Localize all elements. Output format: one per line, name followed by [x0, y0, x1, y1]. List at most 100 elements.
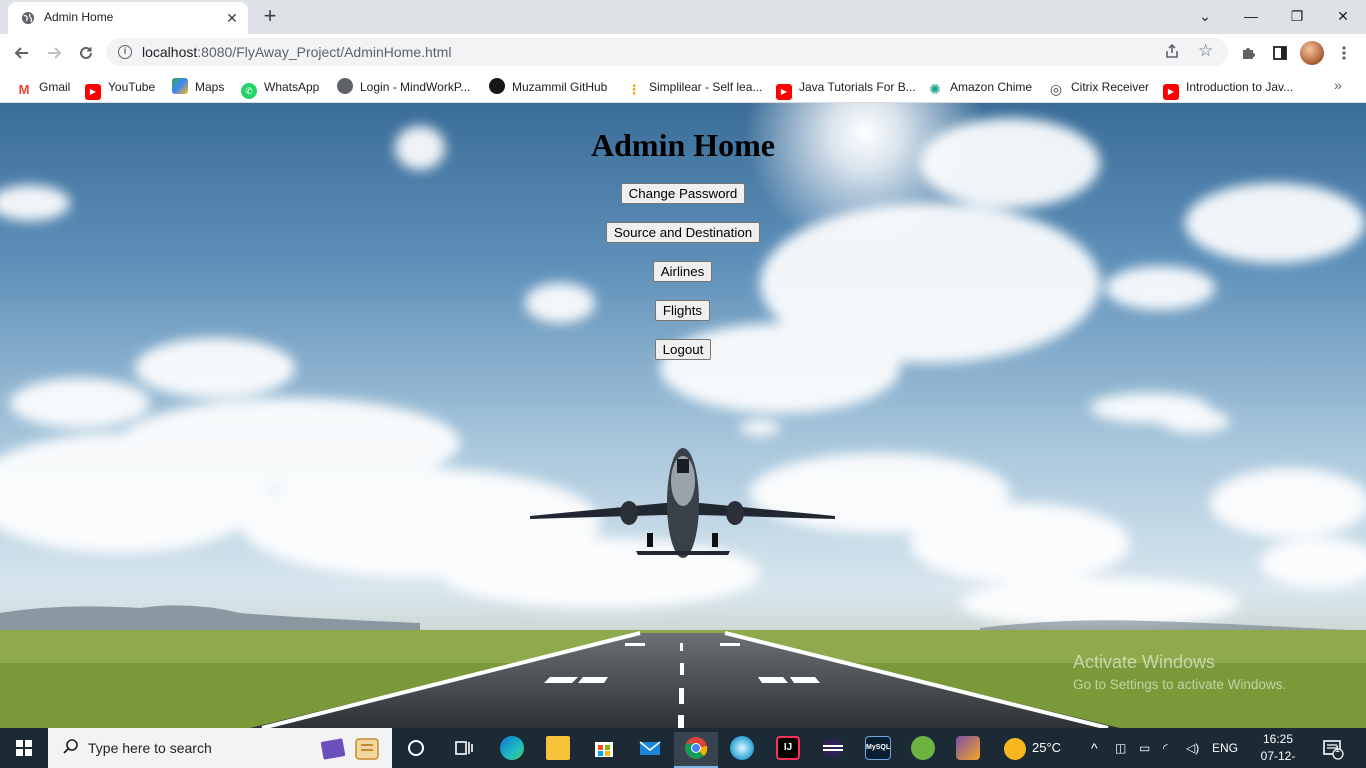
taskbar-edge[interactable] [490, 732, 534, 768]
browser-menu-button[interactable] [1330, 39, 1358, 67]
taskbar-file-explorer[interactable] [536, 732, 580, 768]
tab-title: Admin Home [44, 10, 114, 24]
chrome-icon [685, 737, 708, 759]
windows-logo-icon [16, 740, 32, 756]
browser-tab-strip: Admin Home ✕ + ⌄ — ❐ ✕ [0, 0, 1366, 34]
search-icon [62, 738, 80, 761]
youtube-icon: ▶ [1163, 84, 1179, 100]
cortana-button[interactable] [394, 732, 438, 768]
arrow-right-icon [48, 47, 62, 59]
taskbar-search-box[interactable]: Type here to search [48, 728, 392, 768]
site-info-icon[interactable]: i [118, 45, 132, 59]
taskbar-intellij[interactable]: IJ [766, 732, 810, 768]
mail-icon [639, 741, 661, 755]
taskbar-clock[interactable]: 16:25 07-12-2022 [1258, 731, 1298, 768]
bookmark-intro-java[interactable]: ▶ Introduction to Jav... [1163, 77, 1293, 100]
bookmark-amazon-chime[interactable]: ✺ Amazon Chime [927, 77, 1032, 97]
globe-icon [337, 78, 353, 94]
simplilearn-icon: ⋮ [627, 82, 641, 97]
arrow-left-icon [14, 47, 28, 59]
source-destination-button[interactable]: Source and Destination [606, 222, 760, 243]
page-content: Admin Home Change Password Source and De… [0, 103, 1366, 728]
game-app-icon [956, 736, 980, 760]
notification-icon [1323, 740, 1344, 760]
task-view-icon [455, 741, 473, 755]
browser-toolbar: i localhost:8080/FlyAway_Project/AdminHo… [0, 34, 1366, 71]
tab-admin-home[interactable]: Admin Home ✕ [8, 2, 248, 34]
taskbar-chrome[interactable] [674, 732, 718, 768]
language-indicator[interactable]: ENG [1212, 728, 1238, 768]
whatsapp-icon: ✆ [241, 83, 257, 99]
taskbar-mysql[interactable]: MySQL [856, 732, 900, 768]
gmail-icon: M [18, 82, 30, 97]
wifi-icon[interactable]: ◜ [1163, 728, 1168, 768]
globe-app-icon [730, 736, 754, 760]
bookmark-github[interactable]: Muzammil GitHub [489, 77, 607, 97]
page-title: Admin Home [591, 127, 775, 163]
meet-now-icon[interactable]: ◫ [1115, 728, 1126, 768]
share-icon[interactable] [1164, 43, 1180, 63]
restore-button[interactable]: ❐ [1274, 2, 1320, 30]
volume-icon[interactable]: ◁) [1186, 728, 1199, 768]
bookmark-star-icon[interactable]: ☆ [1198, 41, 1213, 61]
notification-count: 1 [1335, 744, 1341, 754]
bookmark-whatsapp[interactable]: ✆ WhatsApp [241, 77, 319, 99]
youtube-icon: ▶ [85, 84, 101, 100]
task-view-button[interactable] [441, 732, 485, 768]
bookmark-login-mindwork[interactable]: Login - MindWorkP... [337, 77, 470, 97]
flights-button[interactable]: Flights [655, 300, 710, 321]
forward-button[interactable] [40, 39, 68, 67]
bookmark-youtube[interactable]: ▶ YouTube [85, 77, 155, 100]
cortana-icon [408, 740, 424, 756]
close-window-button[interactable]: ✕ [1320, 2, 1366, 30]
new-tab-button[interactable]: + [258, 5, 282, 29]
side-panel-icon [1273, 46, 1287, 60]
profile-avatar[interactable] [1300, 41, 1324, 65]
eclipse-icon [823, 738, 843, 758]
change-password-button[interactable]: Change Password [621, 183, 745, 204]
activate-windows-title: Activate Windows [1073, 652, 1216, 672]
bookmarks-more-button[interactable]: » [1334, 77, 1342, 93]
store-icon [595, 742, 613, 757]
start-button[interactable] [0, 728, 48, 768]
url-text[interactable]: localhost:8080/FlyAway_Project/AdminHome… [142, 44, 451, 60]
youtube-icon: ▶ [776, 84, 792, 100]
address-bar[interactable]: i localhost:8080/FlyAway_Project/AdminHo… [106, 38, 1228, 66]
intellij-icon: IJ [776, 736, 800, 760]
weather-sun-icon [1004, 737, 1026, 760]
taskbar-spring[interactable] [901, 732, 945, 768]
github-icon [489, 78, 505, 94]
clock-time: 16:25 [1262, 732, 1294, 746]
taskbar-app-game[interactable] [946, 732, 990, 768]
bookmark-citrix[interactable]: ◎ Citrix Receiver [1048, 77, 1149, 97]
airlines-button[interactable]: Airlines [653, 261, 712, 282]
citrix-icon: ◎ [1049, 81, 1063, 97]
bookmarks-bar: M Gmail ▶ YouTube Maps ✆ WhatsApp Login - M… [0, 71, 1366, 103]
tab-search-button[interactable]: ⌄ [1182, 2, 1228, 30]
bookmark-gmail[interactable]: M Gmail [16, 77, 71, 97]
weather-widget[interactable]: 25°C [1004, 728, 1061, 768]
logout-button[interactable]: Logout [655, 339, 711, 360]
taskbar-eclipse[interactable] [811, 732, 855, 768]
bookmark-maps[interactable]: Maps [172, 77, 224, 97]
mysql-workbench-icon: MySQL [865, 736, 891, 760]
globe-icon [21, 11, 35, 25]
minimize-button[interactable]: — [1228, 2, 1274, 30]
close-icon[interactable]: ✕ [224, 10, 240, 26]
notification-center-button[interactable]: 1 [1322, 728, 1344, 768]
reload-button[interactable] [72, 39, 100, 67]
taskbar-app-circle[interactable] [720, 732, 764, 768]
taskbar-mail[interactable] [628, 732, 672, 768]
battery-icon[interactable]: ▭ [1139, 728, 1150, 768]
back-button[interactable] [8, 39, 36, 67]
show-hidden-icons-button[interactable]: ^ [1091, 728, 1098, 768]
reload-icon [80, 46, 92, 59]
bookmark-java-tutorials[interactable]: ▶ Java Tutorials For B... [776, 77, 916, 100]
clock-date: 07-12-2022 [1260, 749, 1296, 768]
side-panel-button[interactable] [1266, 39, 1294, 67]
search-placeholder: Type here to search [88, 740, 212, 756]
search-highlight-icon [320, 738, 379, 760]
bookmark-simplilearn[interactable]: ⋮ Simplilear - Self lea... [626, 77, 763, 97]
extensions-button[interactable] [1234, 39, 1262, 67]
taskbar-store[interactable] [582, 732, 626, 768]
